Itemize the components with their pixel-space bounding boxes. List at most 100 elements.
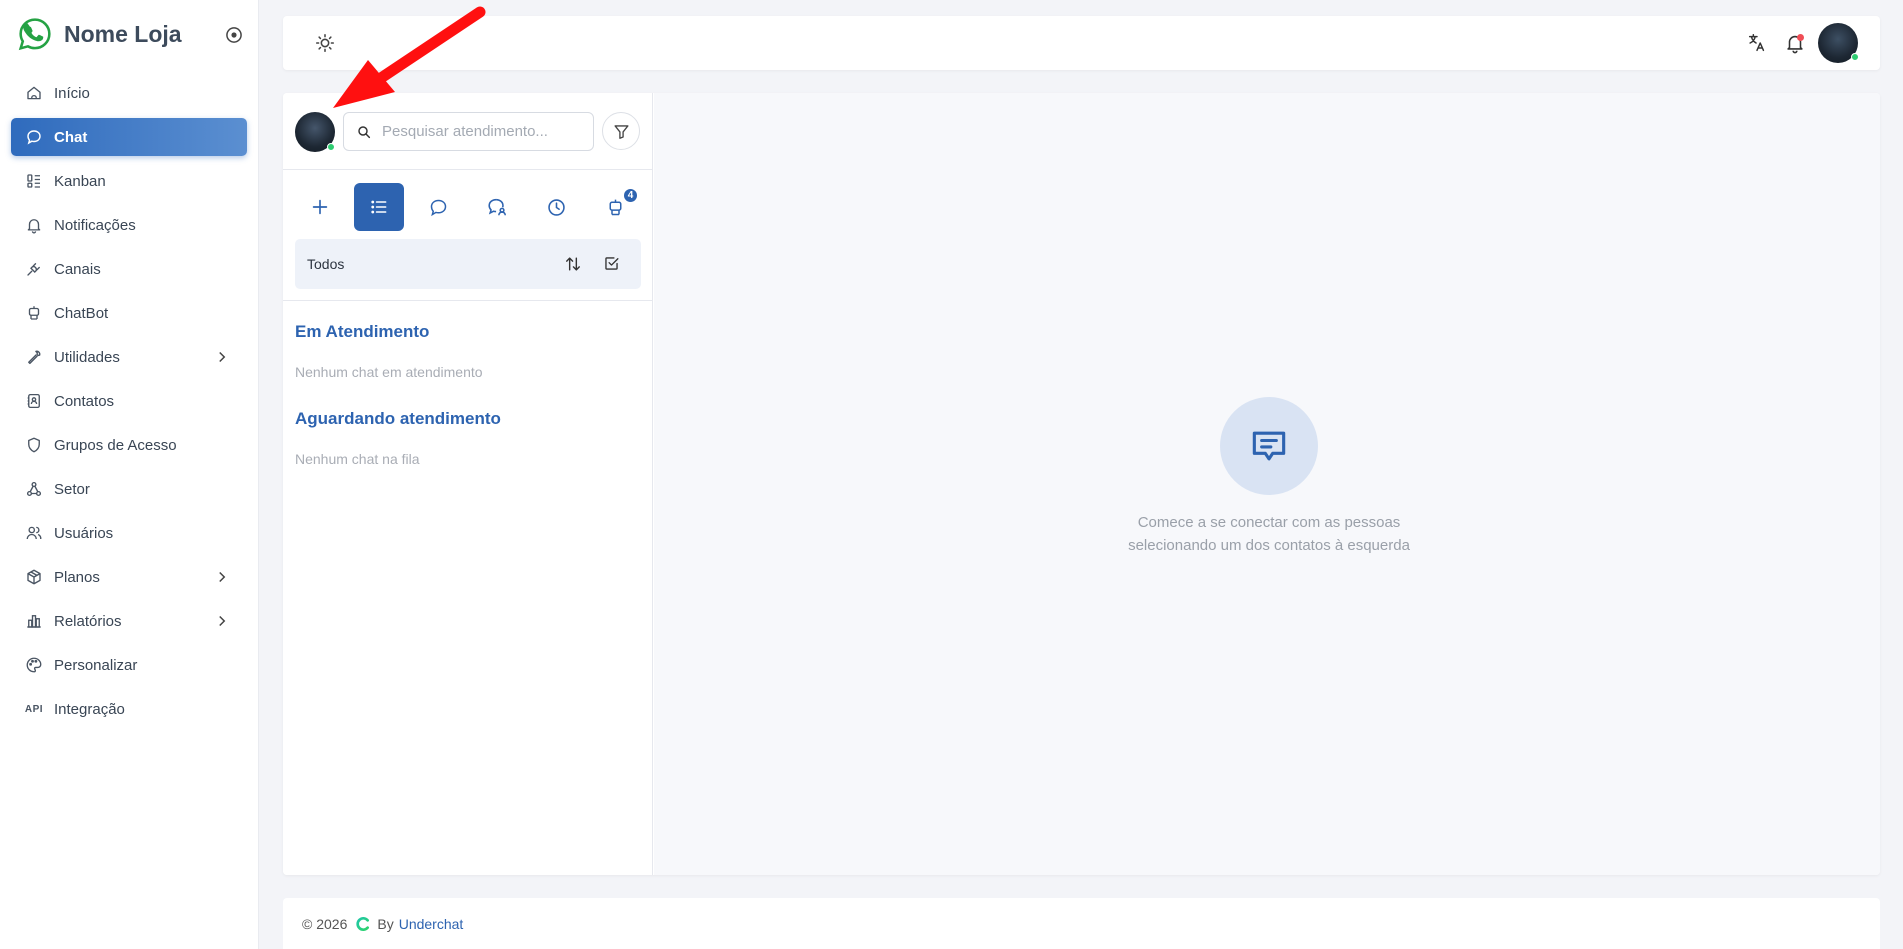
sidebar-item-label: Grupos de Acesso: [54, 436, 177, 454]
filter-icon: [612, 122, 631, 141]
whatsapp-logo-icon: [18, 18, 51, 51]
kanban-icon: [24, 171, 44, 191]
section-title-aguardando: Aguardando atendimento: [295, 409, 501, 428]
sidebar-item-grupos-de-acesso[interactable]: Grupos de Acesso: [11, 426, 247, 464]
user-chat-icon: [486, 196, 508, 218]
list-icon: [369, 197, 389, 217]
sidebar-item-canais[interactable]: Canais: [11, 250, 247, 288]
brand-name: Nome Loja: [64, 20, 182, 47]
message-circle-icon: [428, 197, 449, 218]
sidebar-item-label: Kanban: [54, 172, 106, 190]
tab-new-chat[interactable]: [295, 183, 345, 231]
sidebar-item-label: Setor: [54, 480, 90, 498]
empty-state-message: Comece a se conectar com as pessoas sele…: [654, 511, 1880, 557]
contacts-icon: [24, 391, 44, 411]
chat-list-panel: 4 Todos Em Atendimento Nenhum chat em at…: [283, 93, 653, 875]
sidebar-item-kanban[interactable]: Kanban: [11, 162, 247, 200]
divider: [283, 300, 653, 301]
sidebar-item-label: Notificações: [54, 216, 136, 234]
tab-chatbot[interactable]: 4: [590, 183, 640, 231]
empty-text: Nenhum chat na fila: [295, 451, 420, 467]
user-avatar[interactable]: [1818, 23, 1859, 63]
tab-waiting[interactable]: [531, 183, 581, 231]
bar-chart-icon: [24, 611, 44, 631]
tab-all-list[interactable]: [354, 183, 404, 231]
sidebar-item-label: Integração: [54, 700, 125, 718]
wrench-icon: [24, 347, 44, 367]
empty-state-line1: Comece a se conectar com as pessoas: [1137, 514, 1401, 531]
sidebar-item-label: Chat: [54, 128, 88, 146]
sort-icon[interactable]: [563, 254, 583, 274]
sidebar-item-chat[interactable]: Chat: [11, 118, 247, 156]
sidebar-item-label: Canais: [54, 260, 101, 278]
sidebar-item-personalizar[interactable]: Personalizar: [11, 646, 247, 684]
sidebar-item-label: Contatos: [54, 392, 115, 410]
sidebar-item-usuarios[interactable]: Usuários: [11, 514, 247, 552]
plug-icon: [24, 259, 44, 279]
translate-icon[interactable]: [1746, 32, 1768, 54]
api-icon-text: API: [24, 703, 44, 715]
sidebar-item-chatbot[interactable]: ChatBot: [11, 294, 247, 332]
sidebar-item-label: Planos: [54, 568, 100, 586]
select-all-icon[interactable]: [602, 254, 622, 274]
search-input[interactable]: [382, 123, 572, 140]
online-status-dot: [1851, 53, 1859, 61]
sidebar-item-inicio[interactable]: Início: [11, 74, 247, 112]
section-title-em-atendimento: Em Atendimento: [295, 322, 430, 341]
empty-state-line2: selecionando um dos contatos à esquerda: [1128, 537, 1410, 554]
chat-tabs: 4: [295, 183, 641, 231]
chevron-right-icon: [213, 568, 231, 586]
footer: © 2026 By Underchat: [283, 898, 1880, 949]
users-icon: [24, 523, 44, 543]
top-bar: [283, 16, 1880, 70]
robot-icon: [24, 303, 44, 323]
search-icon: [356, 124, 372, 140]
chat-icon: [24, 127, 44, 147]
underchat-logo-icon: [356, 916, 370, 931]
message-square-icon: [1247, 424, 1291, 468]
brand[interactable]: Nome Loja: [18, 17, 182, 51]
package-icon: [24, 567, 44, 587]
filter-label: Todos: [307, 256, 345, 272]
online-status-dot: [327, 143, 335, 151]
footer-by: By: [377, 915, 394, 932]
empty-text: Nenhum chat em atendimento: [295, 364, 483, 380]
sidebar-nav: Início Chat Kanban Notificações Canais C…: [11, 74, 247, 734]
conversation-area: Comece a se conectar com as pessoas sele…: [654, 93, 1880, 875]
sidebar-item-contatos[interactable]: Contatos: [11, 382, 247, 420]
bell-icon: [24, 215, 44, 235]
sidebar-item-setor[interactable]: Setor: [11, 470, 247, 508]
sidebar-item-label: Usuários: [54, 524, 114, 542]
chevron-right-icon: [213, 612, 231, 630]
sidebar-item-integracao[interactable]: API Integração: [11, 690, 247, 728]
sidebar: Nome Loja Início Chat Kanban Notificaçõe…: [0, 0, 259, 949]
tab-my-chats[interactable]: [472, 183, 522, 231]
clock-icon: [546, 197, 567, 218]
notification-dot: [1797, 34, 1804, 41]
tab-open-chats[interactable]: [413, 183, 463, 231]
palette-icon: [24, 655, 44, 675]
filter-bar: Todos: [295, 239, 641, 289]
sidebar-item-label: ChatBot: [54, 304, 109, 322]
chat-panel: 4 Todos Em Atendimento Nenhum chat em at…: [283, 93, 1880, 875]
sidebar-item-label: Utilidades: [54, 348, 120, 366]
chevron-right-icon: [213, 348, 231, 366]
plus-icon: [309, 196, 331, 218]
sitemap-icon: [24, 479, 44, 499]
sidebar-item-utilidades[interactable]: Utilidades: [11, 338, 247, 376]
footer-link-underchat[interactable]: Underchat: [399, 916, 464, 932]
sidebar-item-label: Relatórios: [54, 612, 122, 630]
divider: [283, 169, 653, 170]
api-icon: API: [24, 699, 44, 719]
home-icon: [24, 83, 44, 103]
sidebar-item-notificacoes[interactable]: Notificações: [11, 206, 247, 244]
shield-icon: [24, 435, 44, 455]
sidebar-item-label: Início: [54, 84, 90, 102]
sidebar-item-planos[interactable]: Planos: [11, 558, 247, 596]
sidebar-item-label: Personalizar: [54, 656, 138, 674]
filter-button[interactable]: [602, 112, 640, 150]
sidebar-collapse-icon[interactable]: [224, 25, 244, 45]
empty-state-badge: [1220, 397, 1318, 495]
red-arrow-annotation: [333, 6, 486, 108]
sidebar-item-relatorios[interactable]: Relatórios: [11, 602, 247, 640]
